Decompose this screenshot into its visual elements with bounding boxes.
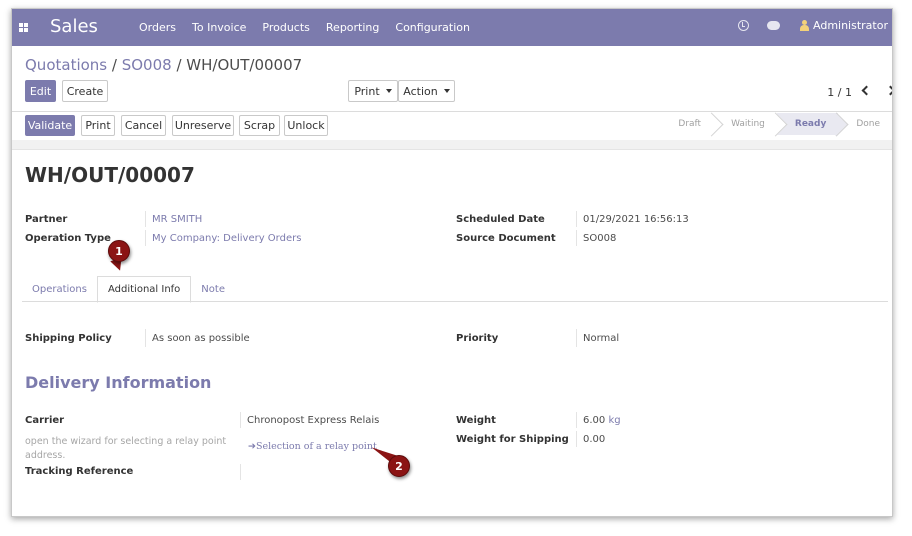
scrap-button[interactable]: Scrap (239, 115, 280, 136)
menu-reporting[interactable]: Reporting (326, 21, 379, 34)
divider (12, 111, 892, 112)
carrier-label: Carrier (25, 415, 65, 426)
menu-orders[interactable]: Orders (139, 21, 176, 34)
breadcrumb-current: WH/OUT/00007 (186, 56, 303, 74)
tab-note[interactable]: Note (191, 276, 235, 302)
menu-configuration[interactable]: Configuration (395, 21, 470, 34)
weight-unit: kg (608, 415, 621, 426)
partner-field[interactable]: MR SMITH (152, 214, 202, 225)
partner-label: Partner (25, 214, 68, 225)
carrier-field[interactable]: Chronopost Express Relais (247, 415, 379, 426)
operation-type-field[interactable]: My Company: Delivery Orders (152, 233, 301, 244)
weight-label: Weight (456, 415, 496, 426)
tabs-underline (22, 301, 888, 302)
operation-type-label: Operation Type (25, 233, 111, 244)
top-navbar: Sales Orders To Invoice Products Reporti… (12, 9, 892, 46)
record-title: WH/OUT/00007 (25, 163, 195, 187)
create-button[interactable]: Create (62, 80, 108, 102)
weight-field[interactable]: 6.00 kg (583, 415, 621, 426)
chevron-left-icon[interactable] (861, 85, 872, 96)
breadcrumb-so[interactable]: SO008 (122, 56, 172, 74)
print-dropdown[interactable]: Print (348, 80, 398, 102)
tab-operations[interactable]: Operations (22, 276, 97, 302)
main-menu: Orders To Invoice Products Reporting Con… (139, 21, 486, 34)
sheet-top-band (12, 140, 892, 150)
notebook-tabs: Operations Additional Info Note (22, 276, 235, 303)
cancel-button[interactable]: Cancel (121, 115, 166, 136)
arrow-right-icon: ➔ (248, 441, 256, 452)
tab-additional-info[interactable]: Additional Info (96, 276, 192, 303)
action-dropdown[interactable]: Action (398, 80, 455, 102)
validate-button[interactable]: Validate (25, 115, 75, 136)
shipping-policy-field[interactable]: As soon as possible (152, 333, 250, 344)
callout-marker-1: 1 (108, 240, 130, 262)
shipping-weight-field[interactable]: 0.00 (583, 434, 605, 445)
activity-clock-icon[interactable] (738, 20, 749, 31)
delivery-information-heading: Delivery Information (25, 373, 212, 392)
source-document-field[interactable]: SO008 (583, 233, 616, 244)
shipping-policy-label: Shipping Policy (25, 333, 112, 344)
callout-marker-2: 2 (388, 455, 410, 477)
edit-button[interactable]: Edit (25, 80, 56, 102)
app-name[interactable]: Sales (50, 16, 98, 37)
source-document-label: Source Document (456, 233, 556, 244)
navbar-systray: Administrator (738, 19, 892, 32)
tracking-reference-label: Tracking Reference (25, 466, 134, 477)
carrier-help-text: open the wizard for selecting a relay po… (25, 436, 227, 461)
breadcrumb-quotations[interactable]: Quotations (25, 56, 107, 74)
scheduled-date-label: Scheduled Date (456, 214, 545, 225)
menu-to-invoice[interactable]: To Invoice (192, 21, 246, 34)
stage-draft[interactable]: Draft (664, 113, 714, 135)
shipping-weight-label: Weight for Shipping (456, 434, 569, 445)
breadcrumb: Quotations / SO008 / WH/OUT/00007 (25, 56, 303, 74)
chat-icon[interactable] (767, 21, 780, 30)
caret-down-icon (443, 89, 450, 93)
app-window: Sales Orders To Invoice Products Reporti… (11, 8, 893, 517)
unreserve-button[interactable]: Unreserve (172, 115, 234, 136)
caret-down-icon (385, 89, 392, 93)
priority-field[interactable]: Normal (583, 333, 619, 344)
user-menu[interactable]: Administrator (813, 19, 888, 32)
menu-products[interactable]: Products (262, 21, 310, 34)
user-icon[interactable] (800, 20, 809, 31)
chevron-right-icon[interactable] (885, 85, 892, 96)
relay-point-link[interactable]: ➔Selection of a relay point (248, 441, 377, 452)
unlock-button[interactable]: Unlock (284, 115, 328, 136)
status-bar: Draft Waiting Ready Done (664, 113, 892, 135)
pager-value[interactable]: 1 / 1 (827, 86, 852, 99)
print-button[interactable]: Print (81, 115, 115, 136)
apps-menu-icon[interactable] (19, 23, 28, 32)
priority-label: Priority (456, 333, 499, 344)
scheduled-date-field[interactable]: 01/29/2021 16:56:13 (583, 214, 689, 225)
